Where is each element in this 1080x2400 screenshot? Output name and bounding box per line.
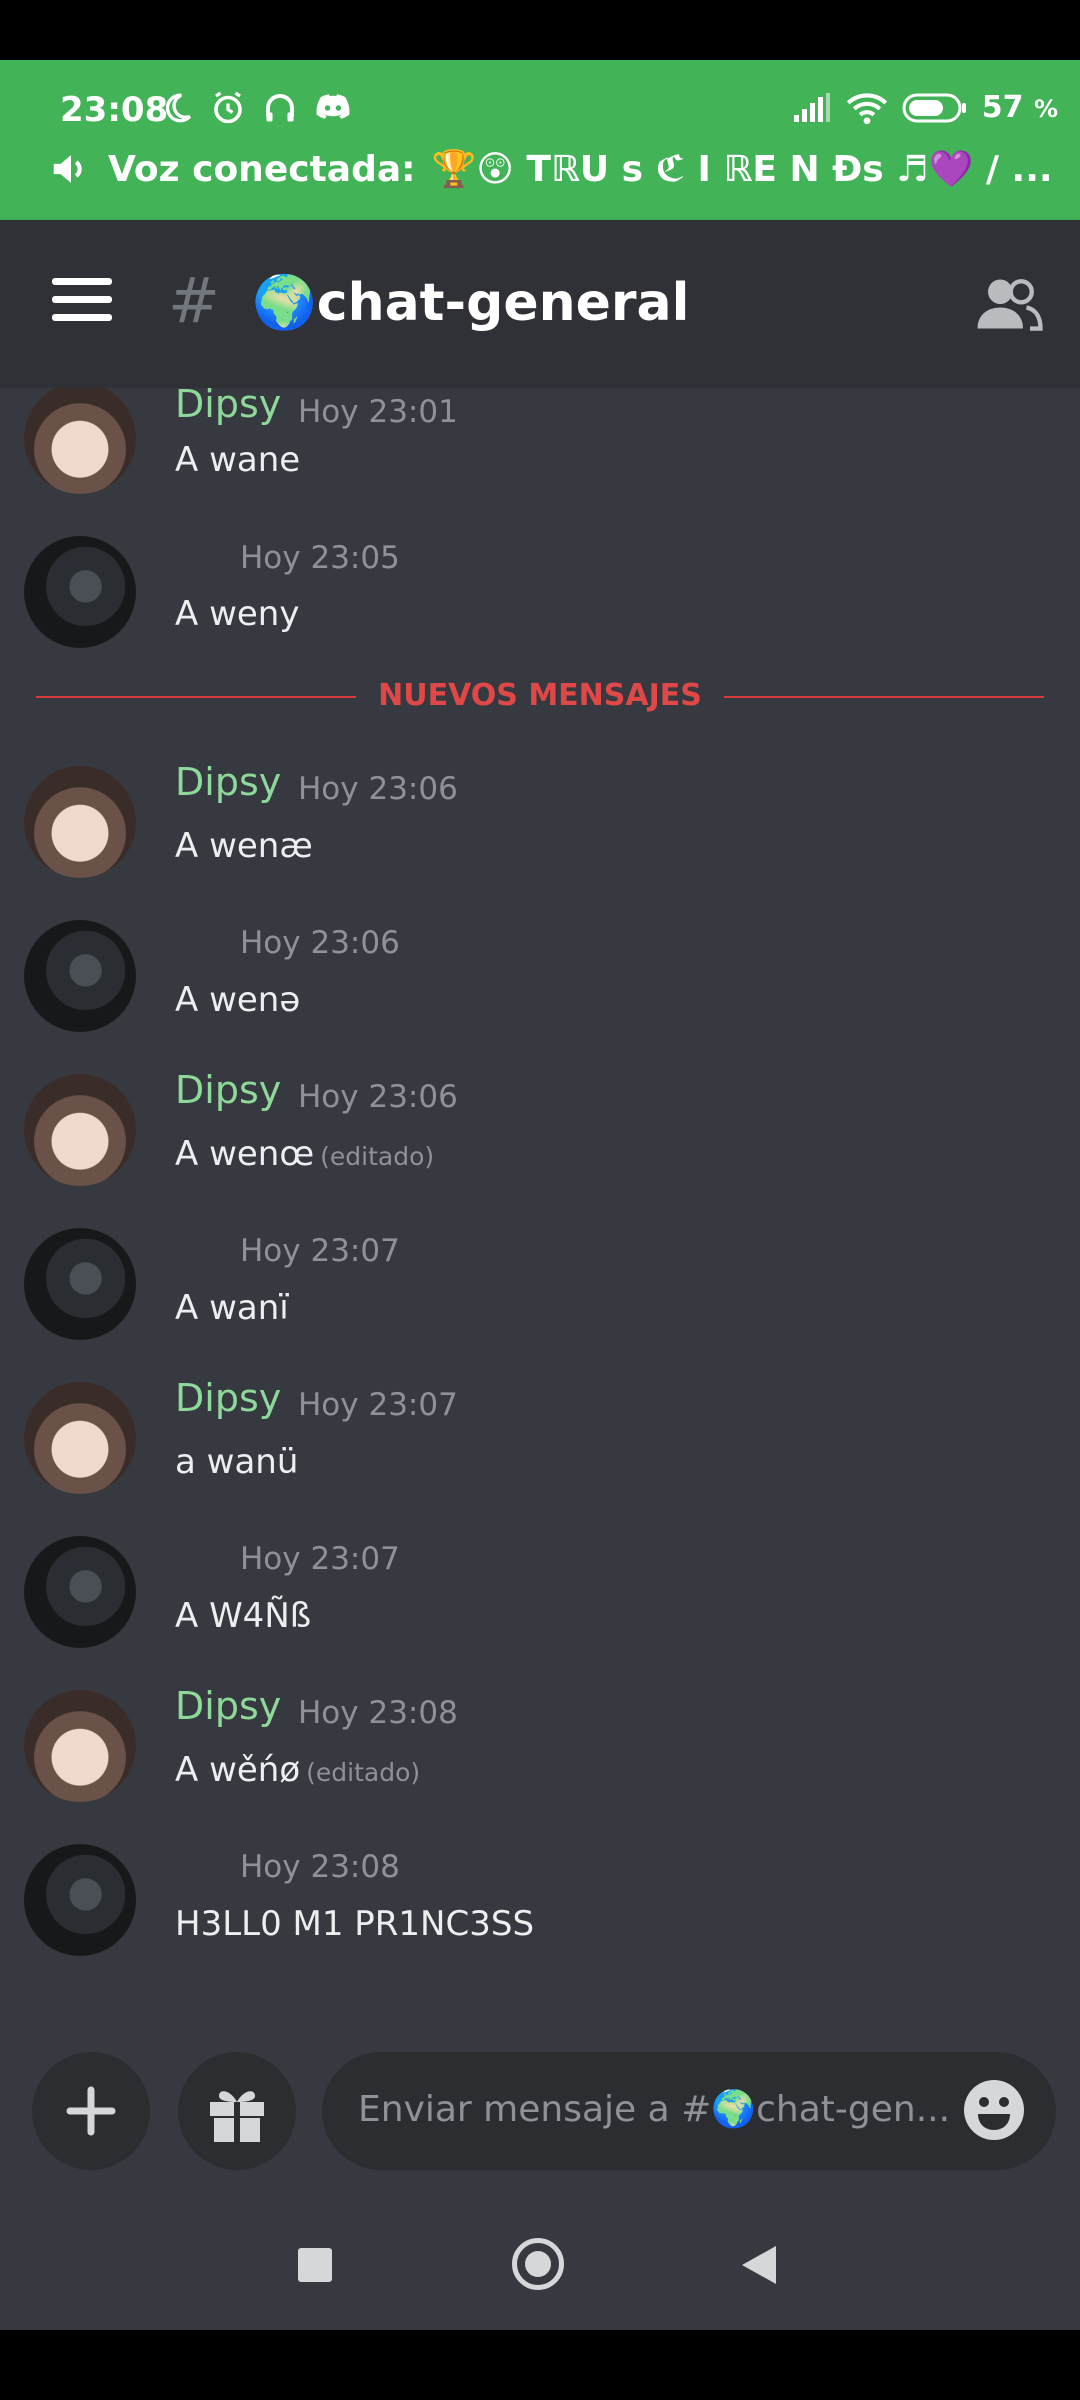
- battery-icon: [902, 93, 966, 122]
- message-timestamp: Hoy 23:08: [240, 1849, 400, 1885]
- message-author-hidden[interactable]: [175, 1232, 217, 1262]
- avatar[interactable]: [24, 388, 136, 494]
- avatar[interactable]: [24, 536, 136, 648]
- status-time: 23:08: [60, 90, 169, 130]
- hamburger-menu-button[interactable]: [52, 278, 112, 328]
- message-timestamp: Hoy 23:07: [298, 1387, 458, 1423]
- message-author[interactable]: Dipsy: [175, 388, 281, 426]
- battery-level: 57 %: [981, 90, 1058, 125]
- message-author[interactable]: Dipsy: [175, 1068, 281, 1112]
- message-item[interactable]: Dipsy Hoy 23:06 A wenæ: [0, 760, 1080, 916]
- message-item[interactable]: Hoy 23:08 H3LL0 M1 PR1NC3SS: [0, 1844, 1080, 1994]
- home-icon[interactable]: [512, 2238, 564, 2290]
- message-item[interactable]: Dipsy Hoy 23:06 A wenœ (editado): [0, 1068, 1080, 1224]
- message-item[interactable]: Hoy 23:07 A wanï: [0, 1228, 1080, 1378]
- message-text: a wanü: [175, 1442, 299, 1482]
- voice-label: Voz conectada:: [108, 148, 416, 190]
- message-text: A W4Ñß: [175, 1596, 312, 1636]
- signal-icon: [793, 92, 830, 122]
- menu-line: [52, 296, 112, 303]
- message-timestamp: Hoy 23:06: [298, 1079, 458, 1115]
- message-author[interactable]: Dipsy: [175, 1684, 281, 1728]
- avatar[interactable]: [24, 1074, 136, 1186]
- message-text: A wane: [175, 440, 301, 480]
- avatar[interactable]: [24, 920, 136, 1032]
- message-timestamp: Hoy 23:06: [298, 771, 458, 807]
- status-left-icons: [160, 90, 352, 126]
- message-text: A wenæ: [175, 826, 313, 866]
- emoji-icon[interactable]: [962, 2078, 1026, 2142]
- plus-icon: [66, 2086, 116, 2136]
- wifi-icon: [846, 92, 887, 124]
- recents-icon[interactable]: [298, 2248, 332, 2282]
- edited-label: (editado): [306, 1758, 421, 1787]
- discord-icon: [316, 94, 350, 119]
- message-composer: Enviar mensaje a #🌍chat-gen...: [0, 2010, 1080, 2210]
- message-author-hidden[interactable]: [175, 1540, 217, 1570]
- new-messages-label: NUEVOS MENSAJES: [36, 678, 1044, 713]
- voice-connected-banner[interactable]: Voz conectada: 🏆😲 TℝU s ℭ I ℝE N Ðs ♬💜 /…: [50, 148, 1053, 190]
- message-author[interactable]: Dipsy: [175, 760, 281, 804]
- avatar[interactable]: [24, 1844, 136, 1956]
- message-item[interactable]: Dipsy Hoy 23:08 A wěńø (editado): [0, 1684, 1080, 1840]
- message-timestamp: Hoy 23:05: [240, 540, 400, 576]
- message-list[interactable]: Dipsy Hoy 23:01 A wane Hoy 23:05 A weny …: [0, 388, 1080, 2010]
- message-text: A wenœ (editado): [175, 1134, 435, 1174]
- avatar[interactable]: [24, 1382, 136, 1494]
- voice-channel-name: 🏆😲 TℝU s ℭ I ℝE N Ðs ♬💜 / ...: [431, 149, 1053, 190]
- status-bar: 23:08 57 % Voz conectada: 🏆😲 TℝU s ℭ I ℝ…: [0, 60, 1080, 220]
- message-timestamp: Hoy 23:06: [240, 925, 400, 961]
- avatar[interactable]: [24, 1536, 136, 1648]
- message-text: A wanï: [175, 1288, 289, 1328]
- message-timestamp: Hoy 23:07: [240, 1541, 400, 1577]
- back-icon[interactable]: [742, 2246, 776, 2284]
- message-text: H3LL0 M1 PR1NC3SS: [175, 1904, 535, 1944]
- message-item[interactable]: Hoy 23:05 A weny: [0, 536, 1080, 686]
- moon-icon: [165, 93, 192, 123]
- message-item[interactable]: Hoy 23:06 A wenə: [0, 920, 1080, 1070]
- new-messages-divider: NUEVOS MENSAJES: [36, 678, 1044, 718]
- screen-bottom-bezel: [0, 2330, 1080, 2400]
- channel-hash-icon: #: [168, 264, 220, 337]
- message-item[interactable]: Dipsy Hoy 23:07 a wanü: [0, 1376, 1080, 1532]
- headphones-icon: [266, 94, 294, 122]
- status-right-icons: 57 %: [792, 90, 1058, 125]
- screen-top-bezel: [0, 0, 1080, 60]
- menu-line: [52, 278, 112, 285]
- add-attachment-button[interactable]: [32, 2052, 150, 2170]
- avatar[interactable]: [24, 766, 136, 878]
- menu-line: [52, 314, 112, 321]
- message-text: A wěńø (editado): [175, 1750, 421, 1790]
- channel-title[interactable]: 🌍chat-general: [252, 272, 689, 333]
- message-item[interactable]: Hoy 23:07 A W4Ñß: [0, 1536, 1080, 1686]
- members-icon[interactable]: [974, 276, 1044, 332]
- message-timestamp: Hoy 23:08: [298, 1695, 458, 1731]
- avatar[interactable]: [24, 1228, 136, 1340]
- message-text: A weny: [175, 594, 300, 634]
- channel-header: # 🌍chat-general: [0, 220, 1080, 388]
- gift-button[interactable]: [178, 2052, 296, 2170]
- message-author-hidden[interactable]: [175, 924, 217, 954]
- message-author[interactable]: Dipsy: [175, 1376, 281, 1420]
- message-timestamp: Hoy 23:07: [240, 1233, 400, 1269]
- avatar[interactable]: [24, 1690, 136, 1802]
- message-item[interactable]: Dipsy Hoy 23:01 A wane: [0, 388, 1080, 538]
- message-input-placeholder: Enviar mensaje a #🌍chat-gen...: [358, 2089, 951, 2130]
- message-author-hidden[interactable]: [175, 540, 217, 570]
- speaker-icon: [53, 155, 82, 183]
- alarm-icon: [214, 91, 242, 124]
- message-timestamp: Hoy 23:01: [298, 394, 458, 430]
- message-input[interactable]: Enviar mensaje a #🌍chat-gen...: [322, 2052, 1056, 2170]
- edited-label: (editado): [320, 1142, 435, 1171]
- message-author-hidden[interactable]: [175, 1848, 217, 1878]
- message-text: A wenə: [175, 980, 301, 1020]
- system-navigation-bar: [0, 2210, 1080, 2330]
- gift-icon: [210, 2091, 264, 2142]
